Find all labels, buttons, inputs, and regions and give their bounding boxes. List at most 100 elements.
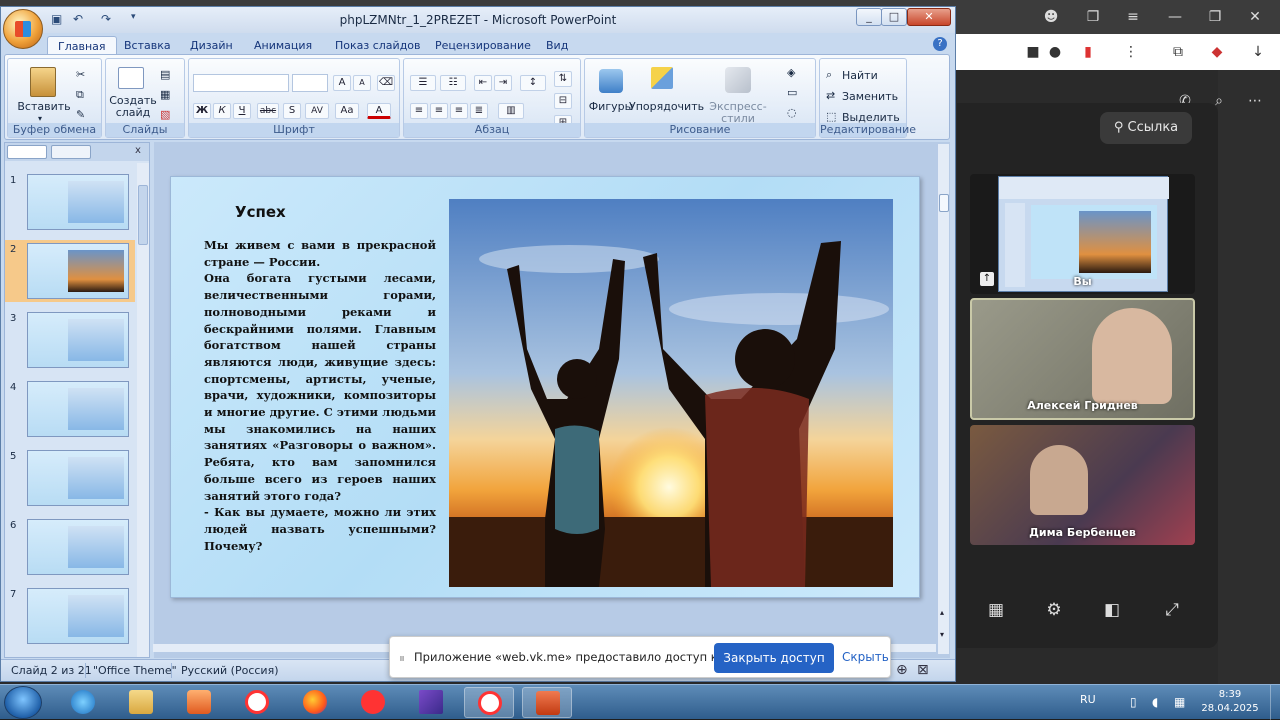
clear-format-icon[interactable]: ⌫ — [377, 75, 395, 91]
zoom-in-icon[interactable]: ⊕ — [896, 662, 908, 678]
tab-slideshow[interactable]: Показ слайдов — [325, 36, 431, 55]
scroll-thumb[interactable] — [939, 194, 949, 212]
undo-icon[interactable]: ↶ — [73, 12, 83, 26]
replace-button[interactable]: Заменить — [842, 91, 898, 103]
decrease-indent-icon[interactable]: ⇤ — [474, 75, 492, 91]
cut-icon[interactable]: ✂ — [76, 69, 85, 81]
taskbar-vs[interactable] — [406, 687, 456, 718]
text-direction-icon[interactable]: ⇅ — [554, 71, 572, 87]
tab-design[interactable]: Дизайн — [180, 36, 243, 55]
underline-button[interactable]: Ч — [233, 103, 251, 119]
help-icon[interactable]: ? — [933, 37, 947, 51]
restore-icon[interactable]: ❐ — [1202, 4, 1228, 30]
new-slide-button[interactable]: Создать слайд — [108, 95, 158, 119]
outline-tab[interactable] — [51, 145, 91, 159]
network-icon[interactable]: ▦ — [1174, 695, 1185, 709]
download-icon[interactable]: ↓ — [1245, 39, 1271, 65]
next-slide-icon[interactable]: ▾ — [940, 630, 944, 639]
slide-thumbnail[interactable]: 1 — [5, 171, 135, 233]
tab-home[interactable]: Главная — [47, 36, 117, 55]
align-text-icon[interactable]: ⊟ — [554, 93, 572, 109]
prev-slide-icon[interactable]: ▴ — [940, 608, 944, 617]
align-left-icon[interactable]: ≡ — [410, 103, 428, 119]
slide-thumbnail[interactable]: 3 — [5, 309, 135, 371]
slide-thumbnail[interactable]: 5 — [5, 447, 135, 509]
grow-font-button[interactable]: A — [333, 75, 351, 91]
taskbar-media[interactable] — [174, 687, 224, 718]
slide-title[interactable]: Успех — [235, 203, 286, 221]
align-center-icon[interactable]: ≡ — [430, 103, 448, 119]
slide-thumbnail[interactable]: 2 — [5, 240, 135, 302]
numbering-icon[interactable]: ☷ — [440, 75, 466, 91]
fullscreen-icon[interactable]: ⤢ — [1158, 596, 1186, 624]
close-pane-icon[interactable]: x — [135, 145, 141, 156]
format-painter-icon[interactable]: ✎ — [76, 109, 85, 121]
italic-button[interactable]: К — [213, 103, 231, 119]
maximize-button[interactable]: □ — [881, 8, 907, 26]
language[interactable]: Русский (Россия) — [181, 664, 279, 677]
sunset-photo[interactable] — [449, 199, 893, 587]
taskbar-firefox[interactable] — [290, 687, 340, 718]
taskbar-explorer[interactable] — [116, 687, 166, 718]
settings-icon[interactable]: ⚙ — [1040, 596, 1068, 624]
customize-qat-icon[interactable]: ▾ — [131, 12, 136, 22]
align-right-icon[interactable]: ≡ — [450, 103, 468, 119]
taskbar-yandex[interactable] — [348, 687, 398, 718]
slide-thumbnail[interactable]: 7 — [5, 585, 135, 647]
extension-icon[interactable]: ☻ — [1038, 4, 1064, 30]
participant-tile-self[interactable]: ↑ Вы — [970, 174, 1195, 294]
taskbar-yandex-browser[interactable] — [232, 687, 282, 718]
increase-indent-icon[interactable]: ⇥ — [494, 75, 512, 91]
taskbar-yandex-active[interactable] — [464, 687, 514, 718]
minimize-button[interactable]: _ — [856, 8, 882, 26]
input-language[interactable]: RU — [1080, 693, 1096, 706]
participant-tile-2[interactable]: Алексей Гриднев — [970, 298, 1195, 420]
strikethrough-button[interactable]: abc — [257, 103, 279, 119]
more-icon[interactable]: ⋮ — [1118, 39, 1144, 65]
copy-icon[interactable]: ⧉ — [76, 89, 84, 101]
redo-icon[interactable]: ↷ — [101, 12, 111, 26]
save-icon[interactable]: ▣ — [51, 12, 62, 26]
menu-icon[interactable]: ≡ — [1120, 4, 1146, 30]
office-button[interactable] — [3, 9, 43, 49]
quick-styles-button[interactable]: Экспресс-стили — [699, 101, 777, 125]
slide-thumbnail[interactable]: 4 — [5, 378, 135, 440]
slide-thumbnail[interactable]: 6 — [5, 516, 135, 578]
shrink-font-button[interactable]: A — [353, 75, 371, 91]
volume-icon[interactable]: ◖ — [1152, 695, 1158, 709]
grid-view-icon[interactable]: ▦ — [982, 596, 1010, 624]
font-color-button[interactable]: A — [367, 103, 391, 119]
minimize-icon[interactable]: — — [1162, 4, 1188, 30]
shadow-button[interactable]: S — [283, 103, 301, 119]
tab-review[interactable]: Рецензирование — [425, 36, 541, 55]
char-spacing-button[interactable]: AV — [305, 103, 329, 119]
change-case-button[interactable]: Aa — [335, 103, 359, 119]
font-size-select[interactable] — [292, 74, 328, 92]
paste-button[interactable]: Вставить — [14, 101, 74, 113]
shapes-button[interactable]: Фигуры — [587, 101, 635, 113]
layout-icon[interactable]: ▤ — [160, 69, 170, 81]
columns-icon[interactable]: ▥ — [498, 103, 524, 119]
font-name-select[interactable] — [193, 74, 289, 92]
collections-icon[interactable]: ⧉ — [1165, 39, 1191, 65]
find-button[interactable]: Найти — [842, 70, 878, 82]
slides-tab[interactable] — [7, 145, 47, 159]
profile-icon[interactable]: ◆ — [1204, 39, 1230, 65]
tab-view[interactable]: Вид — [536, 36, 578, 55]
line-spacing-icon[interactable]: ↕ — [520, 75, 546, 91]
show-desktop-button[interactable] — [1270, 685, 1280, 720]
arrange-button[interactable]: Упорядочить — [629, 101, 704, 113]
taskbar-ie[interactable] — [58, 687, 108, 718]
reset-icon[interactable]: ▦ — [160, 89, 170, 101]
participant-tile-3[interactable]: Дима Бербенцев — [970, 425, 1195, 545]
shape-effects-icon[interactable]: ◌ — [787, 107, 797, 119]
clock[interactable]: 8:39 28.04.2025 — [1200, 688, 1260, 716]
stop-sharing-button[interactable]: Закрыть доступ — [714, 643, 834, 673]
close-icon[interactable]: ✕ — [1242, 4, 1268, 30]
drag-handle-icon[interactable]: ⏸ — [399, 651, 405, 666]
hide-notice-link[interactable]: Скрыть — [842, 650, 889, 664]
close-button[interactable]: ✕ — [907, 8, 951, 26]
usb-icon[interactable]: ▯ — [1130, 695, 1137, 709]
delete-slide-icon[interactable]: ▧ — [160, 109, 170, 121]
bullets-icon[interactable]: ☰ — [410, 75, 436, 91]
